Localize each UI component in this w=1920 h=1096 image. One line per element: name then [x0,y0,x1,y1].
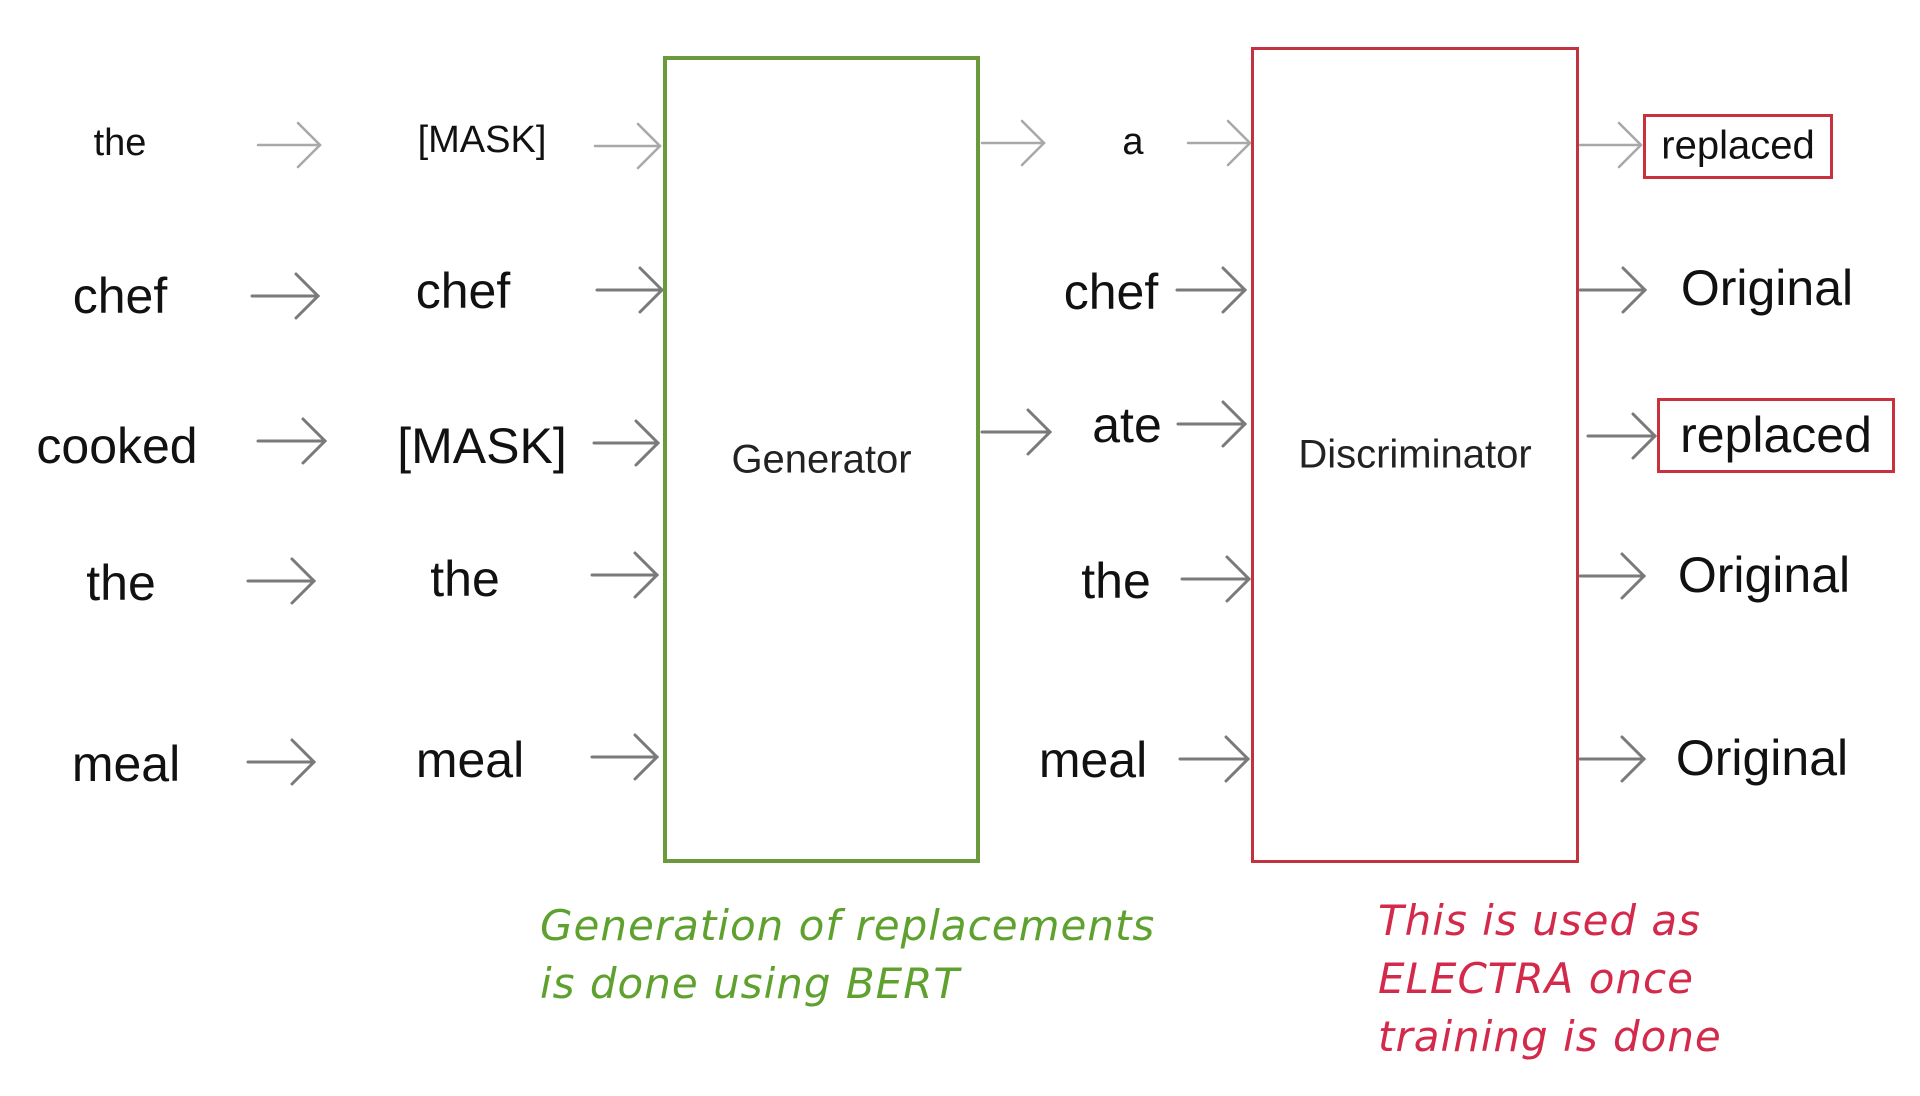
generated-token: meal [1038,732,1148,788]
masked-token: chef [415,263,511,319]
generated-token: chef [1063,264,1159,320]
generator-label: Generator [731,437,912,481]
arrow-discriminator-to-output [1578,552,1647,600]
arrow-mask-to-generator [592,419,661,467]
discriminator-box: Discriminator [1251,47,1579,863]
arrow-mask-to-generator [590,551,660,599]
replaced-output-box: replaced [1643,114,1833,179]
arrow-input-to-mask [246,738,317,786]
arrow-discriminator-to-output [1578,121,1643,169]
discriminator-note: This is used as ELECTRA once training is… [1378,892,1722,1066]
replaced-output-box: replaced [1657,398,1895,473]
arrow-generator-to-token [980,119,1046,167]
input-token: cooked [36,418,198,474]
discriminator-note-line: training is done [1378,1012,1722,1061]
generator-box: Generator [663,56,980,863]
arrow-input-to-mask [250,272,321,320]
arrow-token-to-discriminator [1175,266,1248,314]
arrow-mask-to-generator [590,733,660,781]
masked-token: [MASK] [397,418,567,474]
masked-token: meal [415,732,525,788]
input-token: the [93,122,147,164]
generator-note-line: Generation of replacements [540,901,1156,950]
output-label: Original [1675,730,1849,786]
generated-token: the [1081,553,1151,609]
output-label: Original [1677,547,1851,603]
output-label: replaced [1680,406,1872,463]
arrow-discriminator-to-output [1578,735,1647,783]
arrow-discriminator-to-output [1578,266,1648,314]
arrow-mask-to-generator [595,266,665,314]
arrow-token-to-discriminator [1180,555,1252,603]
generated-token: ate [1092,397,1162,453]
generator-note: Generation of replacements is done using… [540,897,1155,1013]
generated-token: a [1122,121,1144,163]
arrow-discriminator-to-output [1586,412,1658,460]
arrow-token-to-discriminator [1178,735,1251,783]
arrow-mask-to-generator [593,122,662,170]
arrow-token-to-discriminator [1186,119,1252,167]
discriminator-note-line: ELECTRA once [1378,954,1694,1003]
output-label: Original [1680,260,1854,316]
generator-note-line: is done using BERT [540,959,961,1008]
arrow-token-to-discriminator [1176,400,1248,448]
masked-token: the [430,551,500,607]
input-token: chef [72,268,168,324]
masked-token: [MASK] [417,119,547,161]
discriminator-label: Discriminator [1298,432,1532,477]
arrow-input-to-mask [246,557,317,605]
arrow-generator-to-token [980,408,1053,456]
input-token: meal [71,736,181,792]
discriminator-note-line: This is used as [1378,896,1702,945]
arrow-input-to-mask [256,417,328,465]
output-label: replaced [1661,123,1815,168]
input-token: the [86,555,156,611]
arrow-input-to-mask [256,121,322,169]
